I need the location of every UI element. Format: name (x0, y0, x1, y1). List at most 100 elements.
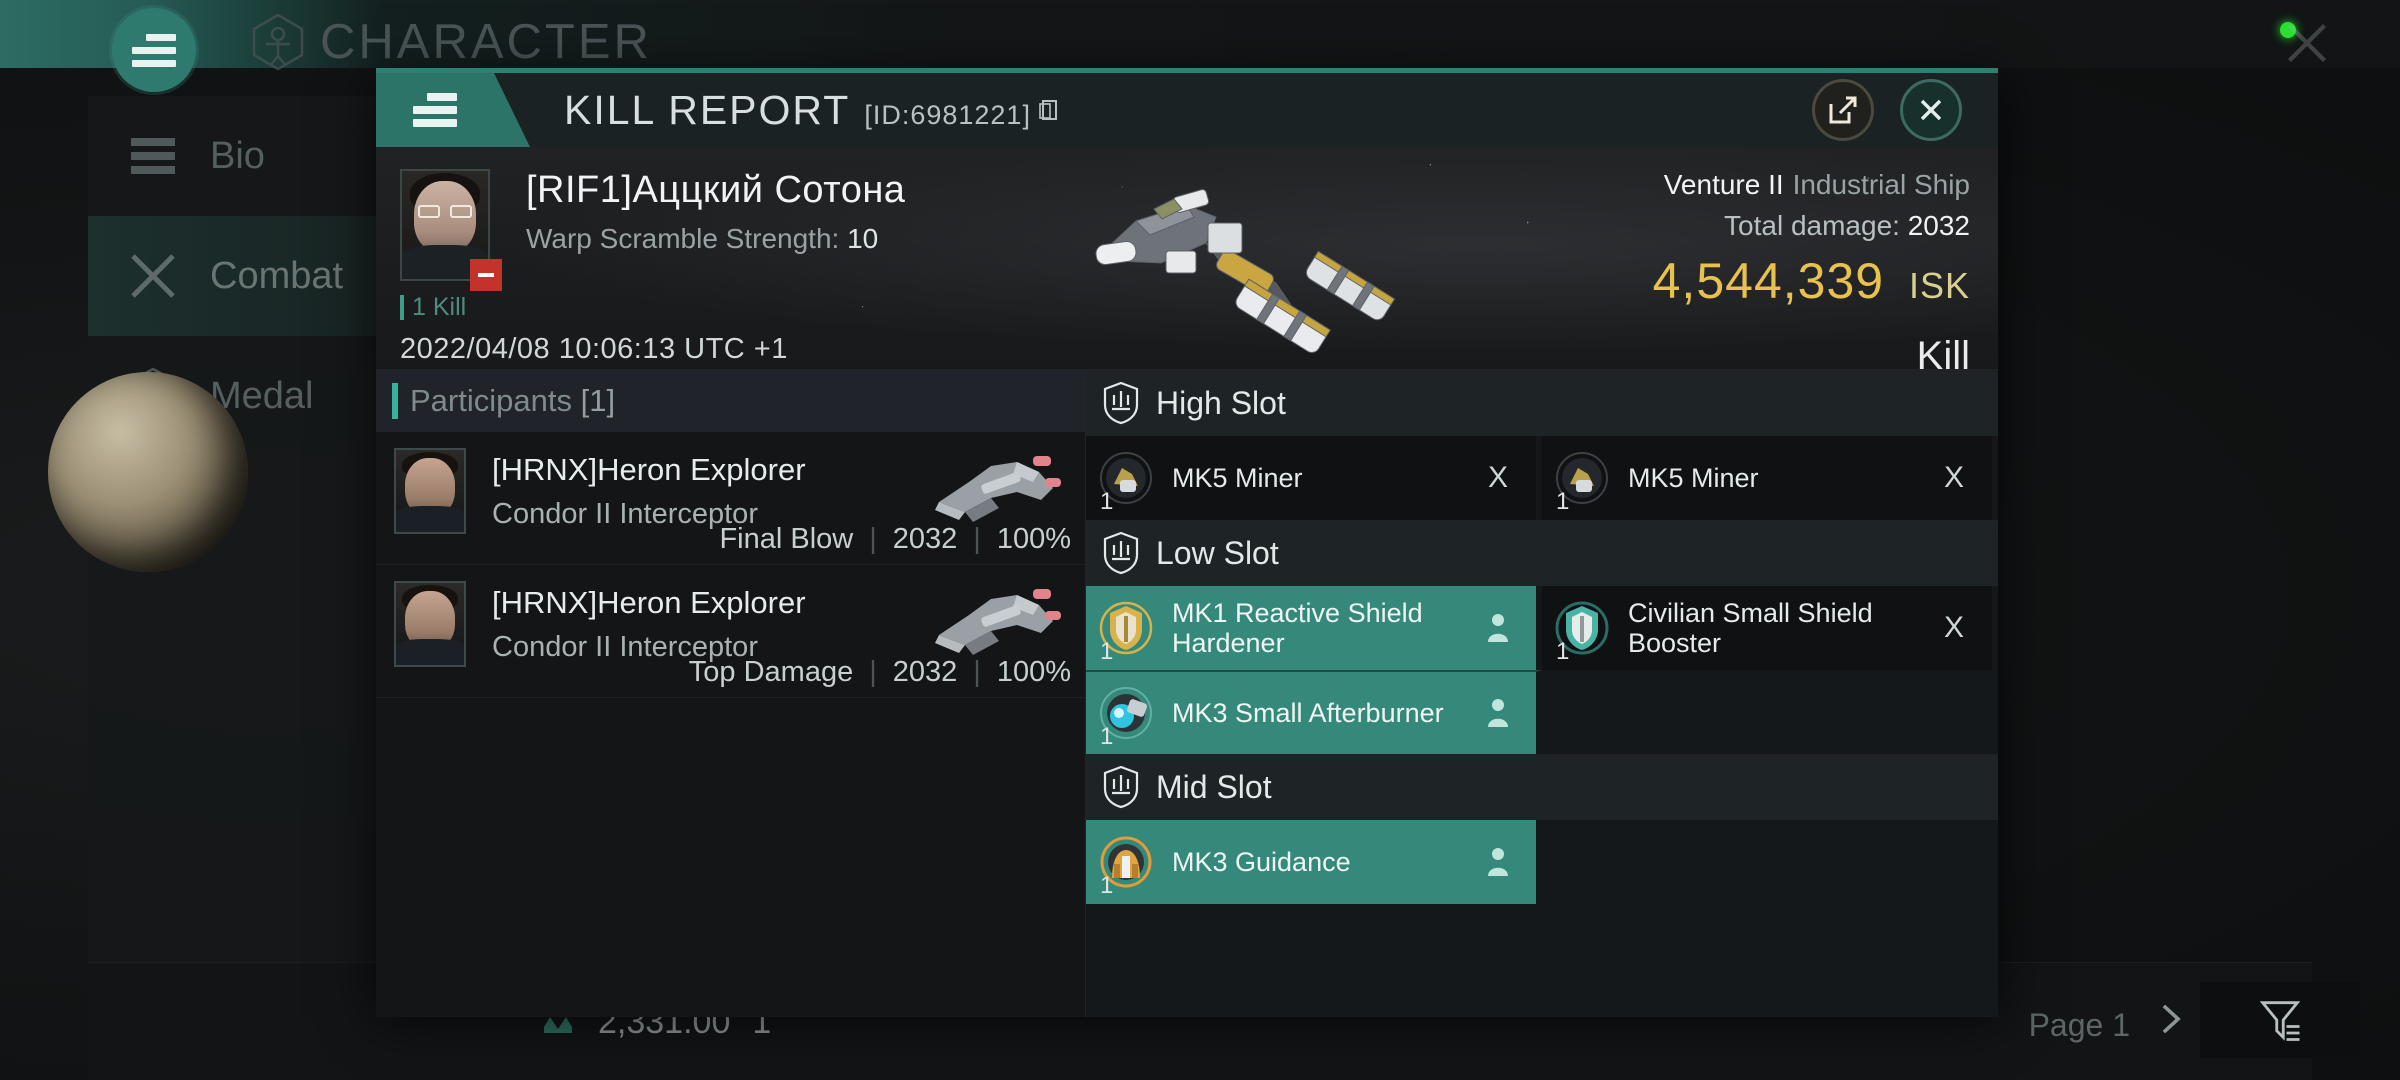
divider: | (869, 523, 877, 555)
close-dialog-button[interactable] (1900, 79, 1962, 141)
module-slot[interactable]: 1 MK1 Reactive Shield Hardener (1086, 586, 1542, 670)
participant-ship-render (935, 456, 1061, 522)
kill-summary: [RIF1]Аццкий Сотона Warp Scramble Streng… (376, 147, 1998, 369)
hamburger-icon (413, 88, 457, 132)
share-button[interactable] (1812, 79, 1874, 141)
victim-ship-class: Industrial Ship (1792, 169, 1970, 200)
module-quantity: 1 (1556, 488, 1570, 515)
total-damage: Total damage: 2032 (1643, 210, 1970, 242)
page-title-text: CHARACTER (320, 15, 652, 69)
sidebar-item-combat-label: Combat (210, 254, 344, 297)
background-menu-button[interactable] (112, 8, 196, 92)
slot-section-header-high: High Slot (1086, 370, 1998, 436)
module-slot-empty (1542, 820, 1998, 904)
divider: | (973, 656, 981, 688)
participants-title: Participants [1] (410, 383, 615, 419)
close-icon (2287, 23, 2327, 63)
avatar (394, 448, 466, 534)
crossed-swords-icon (122, 245, 184, 307)
victim-ship-name: Venture II (1663, 169, 1784, 200)
status-badge (470, 259, 502, 291)
list-icon (122, 125, 184, 187)
participant-percent: 100% (996, 523, 1071, 555)
person-icon[interactable] (1486, 847, 1510, 877)
participant-ship: Condor II Interceptor (492, 498, 758, 530)
copy-icon[interactable] (1039, 98, 1059, 122)
module-slot[interactable]: 1 MK5 Miner X (1542, 436, 1998, 520)
remove-module-button[interactable]: X (1944, 611, 1964, 645)
dialog-body: Participants [1] [HRNX]Heron Explorer Co… (376, 369, 1998, 1017)
divider: | (973, 523, 981, 555)
module-icon: 1 (1554, 450, 1610, 515)
module-name: MK5 Miner (1172, 462, 1303, 493)
warp-scramble-value: 10 (847, 223, 879, 254)
close-icon (1920, 99, 1942, 121)
avatar-torso (396, 639, 464, 665)
filter-button[interactable] (2200, 982, 2360, 1058)
module-quantity: 1 (1100, 872, 1114, 899)
module-slot[interactable]: 1 Civilian Small Shield Booster X (1542, 586, 1998, 670)
slot-grid-high: 1 MK5 Miner X 1 MK5 Miner X (1086, 436, 1998, 520)
participants-panel: Participants [1] [HRNX]Heron Explorer Co… (376, 370, 1086, 1017)
participant-stats: Final Blow | 2032 | 100% (719, 523, 1071, 556)
module-name: Civilian Small Shield Booster (1628, 597, 1873, 658)
hamburger-icon (132, 28, 176, 73)
accent-bar (392, 383, 398, 419)
module-icon: 1 (1098, 685, 1154, 750)
table-row[interactable]: [HRNX]Heron Explorer Condor II Intercept… (376, 432, 1085, 565)
external-link-icon (1829, 96, 1857, 124)
participants-header: Participants [1] (376, 370, 1085, 432)
module-slot[interactable]: 1 MK3 Small Afterburner (1086, 670, 1542, 754)
module-slot-empty (1542, 670, 1998, 754)
chevron-right-icon (2162, 1004, 2181, 1034)
module-icon: 1 (1098, 834, 1154, 899)
kill-result: Kill (1916, 334, 1970, 369)
participants-count: [1] (580, 383, 616, 418)
victim-ship-render (1095, 189, 1396, 353)
kill-timestamp: 2022/04/08 10:06:13 UTC +1 (400, 333, 788, 365)
vitruvian-man-icon (252, 13, 304, 71)
person-icon[interactable] (1486, 613, 1510, 643)
victim-portrait-wrap (400, 169, 502, 291)
page-indicator: Page 1 (2028, 1007, 2130, 1043)
participant-role: Final Blow (719, 523, 854, 555)
next-page-button[interactable] (2152, 1000, 2190, 1048)
total-damage-label: Total damage: (1724, 210, 1900, 241)
slot-section-title: Mid Slot (1156, 768, 1272, 805)
warp-scramble-strength: Warp Scramble Strength: 10 (526, 223, 878, 255)
participants-title-text: Participants (410, 383, 572, 418)
participant-name: [HRNX]Heron Explorer (492, 452, 806, 487)
person-icon[interactable] (1486, 698, 1510, 728)
remove-module-button[interactable]: X (1944, 461, 1964, 495)
dialog-header: KILL REPORT [ID:6981221] (376, 73, 1998, 147)
remove-module-button[interactable]: X (1488, 461, 1508, 495)
avatar (394, 581, 466, 667)
participant-stats: Top Damage | 2032 | 100% (689, 656, 1071, 689)
module-slot[interactable]: 1 MK3 Guidance (1086, 820, 1542, 904)
module-slot[interactable]: 1 MK5 Miner X (1086, 436, 1542, 520)
module-name: MK3 Small Afterburner (1172, 697, 1444, 728)
module-name: MK5 Miner (1628, 462, 1759, 493)
dialog-title: KILL REPORT [ID:6981221] (564, 87, 1059, 134)
filter-icon (2259, 1001, 2301, 1041)
victim-ship: Venture II Industrial Ship (1643, 165, 1970, 202)
module-quantity: 1 (1100, 488, 1114, 515)
isk-amount: 4,544,339 (1652, 253, 1885, 309)
warp-scramble-label: Warp Scramble Strength: (526, 223, 840, 254)
slot-section-header-low: Low Slot (1086, 520, 1998, 586)
table-row[interactable]: [HRNX]Heron Explorer Condor II Intercept… (376, 565, 1085, 698)
dialog-menu-button[interactable] (376, 73, 530, 147)
background-close-button[interactable] (2274, 10, 2340, 76)
total-damage-value: 2032 (1907, 210, 1970, 241)
isk-value: 4,544,339 ISK (1643, 252, 1970, 310)
module-quantity: 1 (1100, 723, 1114, 750)
planet-decoration (48, 372, 248, 572)
shield-slot-icon (1103, 381, 1139, 425)
avatar-torso (396, 506, 464, 532)
kill-report-id: [ID:6981221] (864, 99, 1031, 130)
module-icon: 1 (1554, 600, 1610, 665)
participant-percent: 100% (996, 656, 1071, 688)
dialog-title-text: KILL REPORT (564, 86, 851, 133)
divider: | (869, 656, 877, 688)
isk-unit: ISK (1908, 265, 1970, 306)
